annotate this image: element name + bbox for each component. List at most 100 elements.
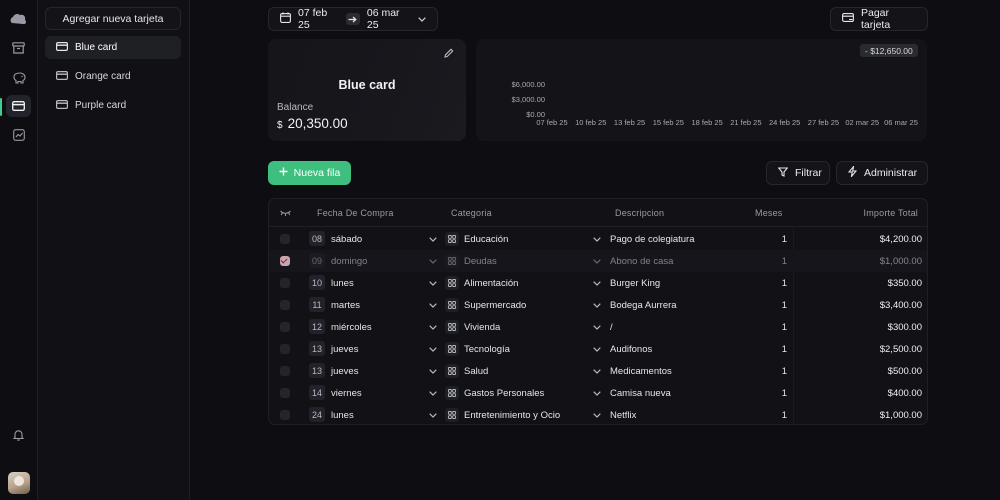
- sidebar-item-purple-card[interactable]: Purple card: [45, 94, 181, 117]
- table-row[interactable]: 12 miércoles Vivienda / 1 $300.00: [269, 316, 927, 338]
- weekday-name: martes: [331, 300, 361, 311]
- credit-card-icon[interactable]: [6, 95, 31, 117]
- chart-icon[interactable]: [6, 124, 31, 146]
- chevron-down-icon[interactable]: [593, 256, 601, 267]
- chevron-down-icon[interactable]: [429, 410, 437, 421]
- chevron-down-icon[interactable]: [429, 322, 437, 333]
- filter-icon: [777, 166, 789, 180]
- weekday-name: miércoles: [331, 322, 372, 333]
- row-checkbox[interactable]: [280, 256, 290, 266]
- chevron-down-icon[interactable]: [429, 366, 437, 377]
- piggy-bank-icon[interactable]: [6, 66, 31, 88]
- chevron-down-icon[interactable]: [429, 234, 437, 245]
- description[interactable]: Audifonos: [610, 344, 652, 355]
- header-date[interactable]: Fecha De Compra: [317, 208, 394, 218]
- chevron-down-icon[interactable]: [593, 322, 601, 333]
- table-row[interactable]: 09 domingo Deudas Abono de casa 1 $1,000…: [269, 250, 927, 272]
- amount[interactable]: $350.00: [888, 278, 922, 289]
- description[interactable]: /: [610, 322, 613, 333]
- arrow-right-icon: [345, 13, 360, 25]
- sidebar-item-blue-card[interactable]: Blue card: [45, 36, 181, 59]
- manage-button[interactable]: Administrar: [836, 161, 928, 185]
- description[interactable]: Pago de colegiatura: [610, 234, 695, 245]
- table-row[interactable]: 08 sábado Educación Pago de colegiatura …: [269, 228, 927, 250]
- chevron-down-icon[interactable]: [429, 388, 437, 399]
- row-checkbox[interactable]: [280, 322, 290, 332]
- day-number: 13: [309, 341, 325, 356]
- day-number: 10: [309, 275, 325, 290]
- amount[interactable]: $1,000.00: [880, 256, 922, 267]
- category-name: Educación: [464, 234, 509, 245]
- balance-label: Balance: [277, 102, 314, 113]
- chevron-down-icon[interactable]: [593, 278, 601, 289]
- chevron-down-icon[interactable]: [593, 300, 601, 311]
- header-description[interactable]: Descripcion: [615, 208, 664, 218]
- chevron-down-icon[interactable]: [593, 234, 601, 245]
- table-row[interactable]: 10 lunes Alimentación Burger King 1 $350…: [269, 272, 927, 294]
- months[interactable]: 1: [769, 300, 787, 311]
- chevron-down-icon[interactable]: [429, 344, 437, 355]
- sidebar-item-orange-card[interactable]: Orange card: [45, 65, 181, 88]
- bell-icon[interactable]: [6, 424, 31, 446]
- description[interactable]: Camisa nueva: [610, 388, 671, 399]
- category-grid-icon: [445, 254, 459, 268]
- amount[interactable]: $500.00: [888, 366, 922, 377]
- eye-closed-icon[interactable]: [280, 209, 291, 220]
- months[interactable]: 1: [769, 322, 787, 333]
- row-checkbox[interactable]: [280, 388, 290, 398]
- active-indicator: [0, 98, 2, 116]
- description[interactable]: Bodega Aurrera: [610, 300, 677, 311]
- header-months[interactable]: Meses: [755, 208, 783, 218]
- chevron-down-icon[interactable]: [429, 256, 437, 267]
- date-range-picker[interactable]: 07 feb 25 06 mar 25: [268, 7, 438, 31]
- row-checkbox[interactable]: [280, 278, 290, 288]
- description[interactable]: Burger King: [610, 278, 660, 289]
- chevron-down-icon[interactable]: [593, 366, 601, 377]
- months[interactable]: 1: [769, 410, 787, 421]
- amount[interactable]: $2,500.00: [880, 344, 922, 355]
- table-row[interactable]: 11 martes Supermercado Bodega Aurrera 1 …: [269, 294, 927, 316]
- filter-button[interactable]: Filtrar: [766, 161, 830, 185]
- months[interactable]: 1: [769, 344, 787, 355]
- description[interactable]: Medicamentos: [610, 366, 672, 377]
- cloud-logo-icon[interactable]: [6, 8, 31, 30]
- chevron-down-icon[interactable]: [429, 300, 437, 311]
- table-row[interactable]: 13 jueves Salud Medicamentos 1 $500.00: [269, 360, 927, 382]
- new-row-button[interactable]: Nueva fila: [268, 161, 351, 185]
- chevron-down-icon[interactable]: [593, 344, 601, 355]
- weekday-name: jueves: [331, 344, 359, 355]
- balance-card: Blue card Balance $20,350.00: [268, 39, 466, 141]
- row-checkbox[interactable]: [280, 344, 290, 354]
- add-card-button[interactable]: Agregar nueva tarjeta: [45, 7, 181, 30]
- chevron-down-icon[interactable]: [429, 278, 437, 289]
- chevron-down-icon[interactable]: [593, 388, 601, 399]
- description[interactable]: Abono de casa: [610, 256, 673, 267]
- table-row[interactable]: 13 jueves Tecnología Audifonos 1 $2,500.…: [269, 338, 927, 360]
- pencil-icon[interactable]: [444, 48, 454, 61]
- chevron-down-icon[interactable]: [593, 410, 601, 421]
- months[interactable]: 1: [769, 278, 787, 289]
- amount[interactable]: $1,000.00: [880, 410, 922, 421]
- category-name: Vivienda: [464, 322, 501, 333]
- description[interactable]: Netflix: [610, 410, 636, 421]
- header-category[interactable]: Categoria: [451, 208, 492, 218]
- date-end: 06 mar 25: [366, 7, 400, 31]
- amount[interactable]: $4,200.00: [880, 234, 922, 245]
- pay-card-button[interactable]: Pagar tarjeta: [830, 7, 928, 31]
- header-amount[interactable]: Importe Total: [864, 208, 918, 218]
- table-row[interactable]: 14 viernes Gastos Personales Camisa nuev…: [269, 382, 927, 404]
- row-checkbox[interactable]: [280, 410, 290, 420]
- row-checkbox[interactable]: [280, 366, 290, 376]
- amount[interactable]: $400.00: [888, 388, 922, 399]
- months[interactable]: 1: [769, 256, 787, 267]
- row-checkbox[interactable]: [280, 234, 290, 244]
- amount[interactable]: $300.00: [888, 322, 922, 333]
- months[interactable]: 1: [769, 234, 787, 245]
- table-row[interactable]: 24 lunes Entretenimiento y Ocio Netflix …: [269, 404, 927, 424]
- months[interactable]: 1: [769, 388, 787, 399]
- avatar[interactable]: [8, 472, 30, 494]
- amount[interactable]: $3,400.00: [880, 300, 922, 311]
- months[interactable]: 1: [769, 366, 787, 377]
- row-checkbox[interactable]: [280, 300, 290, 310]
- archive-icon[interactable]: [6, 37, 31, 59]
